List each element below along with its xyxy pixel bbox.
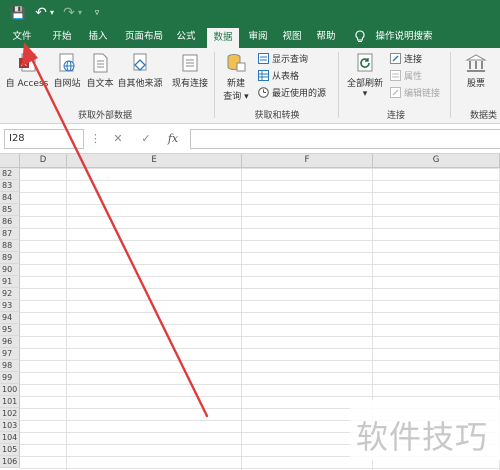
properties-icon (390, 70, 401, 81)
other-sources-icon (133, 53, 147, 71)
name-box[interactable]: I28 (4, 129, 84, 149)
undo-dropdown-icon[interactable]: ▾ (48, 4, 56, 22)
group-label-data-types: 数据类 (470, 111, 498, 121)
tab-insert[interactable]: 插入 (84, 26, 112, 48)
globe-icon (59, 53, 75, 72)
row-header[interactable]: 82 (0, 168, 20, 180)
row-header[interactable]: 88 (0, 240, 20, 252)
group-label-get-and-transform: 获取和转换 (254, 111, 300, 121)
new-query-button[interactable]: 新建 查询 ▾ (218, 52, 254, 102)
save-icon[interactable]: 💾 (10, 4, 26, 22)
connections-icon (390, 53, 401, 64)
ribbon-data-panel: A 自 Access 自网站 自文本 自其他来源 现有连接 获取外部数据 新建 … (0, 48, 500, 124)
column-header-g[interactable]: G (373, 154, 500, 168)
tab-formulas[interactable]: 公式 (172, 26, 200, 48)
customize-qat-icon[interactable]: ▿ (92, 4, 102, 22)
row-header[interactable]: 101 (0, 396, 20, 408)
recent-sources-button[interactable]: 最近使用的源 (258, 87, 326, 101)
stocks-button[interactable]: 股票 (456, 52, 496, 89)
ribbon-tab-bar: 文件 开始 插入 页面布局 公式 数据 审阅 视图 帮助 操作说明搜索 (0, 26, 500, 48)
row-header[interactable]: 87 (0, 228, 20, 240)
bank-icon (465, 54, 487, 72)
row-header[interactable]: 94 (0, 312, 20, 324)
refresh-icon (357, 53, 373, 72)
row-header[interactable]: 102 (0, 408, 20, 420)
svg-text:A: A (21, 59, 27, 68)
row-header[interactable]: 85 (0, 204, 20, 216)
from-web-button[interactable]: 自网站 (52, 52, 82, 89)
existing-connections-icon (182, 54, 198, 72)
redo-icon[interactable]: ↷ (62, 4, 76, 22)
row-header[interactable]: 95 (0, 324, 20, 336)
row-header[interactable]: 89 (0, 252, 20, 264)
row-header[interactable]: 83 (0, 180, 20, 192)
insert-function-icon[interactable]: fx (164, 130, 182, 148)
column-header-e[interactable]: E (67, 154, 242, 168)
tab-data[interactable]: 数据 (207, 28, 239, 48)
row-header[interactable]: 86 (0, 216, 20, 228)
row-header[interactable]: 93 (0, 300, 20, 312)
select-all-corner[interactable] (0, 154, 20, 168)
from-text-button[interactable]: 自文本 (84, 52, 116, 89)
edit-links-icon (390, 87, 401, 98)
cancel-icon[interactable]: ✕ (110, 130, 126, 148)
row-header[interactable]: 96 (0, 336, 20, 348)
tab-view[interactable]: 视图 (278, 26, 306, 48)
redo-dropdown-icon[interactable]: ▾ (76, 4, 84, 22)
row-header[interactable]: 90 (0, 264, 20, 276)
group-divider (450, 52, 451, 118)
row-header[interactable]: 106 (0, 456, 20, 468)
quick-access-toolbar: 💾 ↶ ▾ ↷ ▾ ▿ (0, 0, 500, 26)
row-header[interactable]: 92 (0, 288, 20, 300)
show-queries-button[interactable]: 显示查询 (258, 53, 308, 67)
group-label-get-external-data: 获取外部数据 (77, 111, 132, 121)
group-label-connections: 连接 (386, 111, 405, 121)
group-divider (214, 52, 215, 118)
row-header[interactable]: 105 (0, 444, 20, 456)
row-header[interactable]: 84 (0, 192, 20, 204)
column-header-d[interactable]: D (20, 154, 67, 168)
show-queries-icon (258, 53, 269, 64)
formula-bar-grip-icon: ⋮ (90, 132, 101, 145)
connections-button[interactable]: 连接 (390, 53, 422, 67)
row-header[interactable]: 97 (0, 348, 20, 360)
column-header-f[interactable]: F (242, 154, 373, 168)
tell-me-search[interactable]: 操作说明搜索 (372, 26, 436, 48)
tab-help[interactable]: 帮助 (312, 26, 340, 48)
refresh-all-button[interactable]: 全部刷新 ▾ (342, 52, 388, 99)
undo-icon[interactable]: ↶ (34, 4, 48, 22)
group-divider (338, 52, 339, 118)
formula-input[interactable] (190, 129, 500, 149)
row-header[interactable]: 103 (0, 420, 20, 432)
properties-button[interactable]: 属性 (390, 70, 422, 84)
edit-links-button[interactable]: 编辑链接 (390, 87, 440, 101)
row-header[interactable]: 104 (0, 432, 20, 444)
formula-bar: I28 ⋮ ✕ ✓ fx (0, 124, 500, 154)
from-other-sources-button[interactable]: 自其他来源 (116, 52, 164, 89)
row-header[interactable]: 99 (0, 372, 20, 384)
tab-home[interactable]: 开始 (48, 26, 76, 48)
access-icon: A (19, 53, 36, 72)
from-table-button[interactable]: 从表格 (258, 70, 299, 84)
enter-icon[interactable]: ✓ (138, 130, 154, 148)
watermark: 软件技巧 (350, 400, 500, 460)
watermark-text: 软件技巧 (356, 418, 489, 456)
tab-review[interactable]: 审阅 (244, 26, 272, 48)
lightbulb-icon (352, 26, 368, 48)
row-header[interactable]: 100 (0, 384, 20, 396)
tab-page-layout[interactable]: 页面布局 (120, 26, 168, 48)
table-icon (258, 70, 269, 81)
from-access-button[interactable]: A 自 Access (4, 52, 50, 89)
tab-file[interactable]: 文件 (6, 26, 38, 48)
existing-connections-button[interactable]: 现有连接 (170, 52, 210, 89)
text-file-icon (93, 53, 108, 73)
new-query-icon (227, 54, 246, 72)
clock-icon (258, 87, 269, 98)
row-header[interactable]: 98 (0, 360, 20, 372)
row-header[interactable]: 91 (0, 276, 20, 288)
